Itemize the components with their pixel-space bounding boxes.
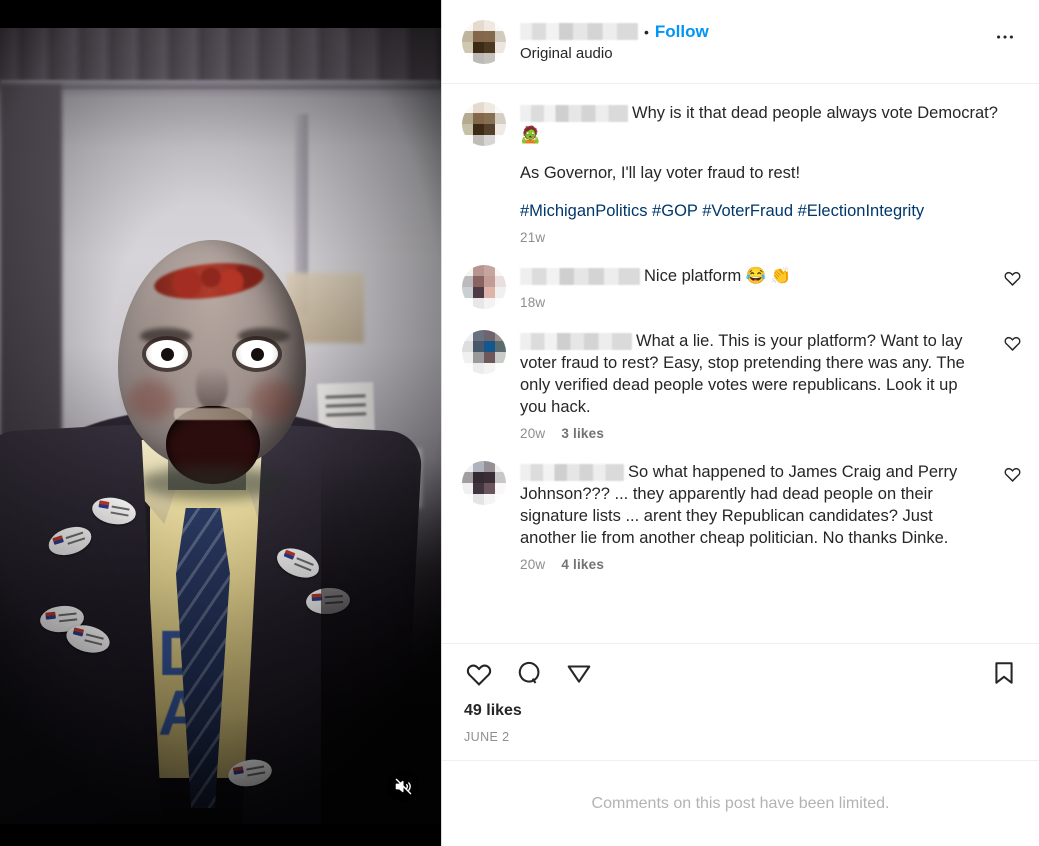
avatar-pixelated [462,19,506,64]
post-header: • Follow Original audio [442,0,1039,84]
post-action-bar: 49 likes JUNE 2 [442,643,1039,760]
heart-icon [1004,271,1020,286]
instagram-post-view: DA [0,0,1039,846]
comment-body: What a lie. This is your platform? Want … [520,330,993,441]
action-icon-row [462,656,1021,690]
comment-meta: 20w 3 likes [520,426,987,441]
comment-meta: 20w 4 likes [520,557,987,572]
avatar[interactable] [462,102,506,146]
comment-item: Nice platform 😂 👏 18w [442,251,1039,316]
share-icon [567,665,591,683]
comment-body: So what happened to James Craig and Perr… [520,461,993,572]
avatar-pixelated [462,330,506,374]
comment-item: What a lie. This is your platform? Want … [442,316,1039,447]
post-caption: Why is it that dead people always vote D… [442,84,1039,251]
comment-timestamp: 18w [520,295,546,310]
post-author-row: • Follow [520,22,709,42]
comment-item: So what happened to James Craig and Perr… [442,447,1039,578]
video-player[interactable]: DA [0,28,441,824]
avatar-pixelated [462,102,506,146]
caption-body: Why is it that dead people always vote D… [520,102,1023,245]
caption-hashtags[interactable]: #MichiganPolitics #GOP #VoterFraud #Elec… [520,200,1017,222]
comment-body: Nice platform 😂 👏 18w [520,265,993,310]
post-author-username-redacted[interactable] [520,23,638,40]
caption-line-1: Why is it that dead people always vote D… [520,102,1017,146]
like-button[interactable] [462,656,496,690]
letterbox-top [0,0,441,28]
caption-meta: 21w [520,230,1017,245]
heart-icon [466,664,492,686]
comment-like-button[interactable] [1001,269,1023,310]
comment-text: What a lie. This is your platform? Want … [520,330,987,418]
heart-icon [1004,467,1020,482]
caption-timestamp: 21w [520,230,546,245]
scene-vignette [0,28,441,824]
comment-timestamp: 20w [520,426,546,441]
letterbox-bottom [0,824,441,846]
post-media-pane[interactable]: DA [0,0,441,846]
avatar[interactable] [462,461,506,505]
caption-line-2: As Governor, I'll lay voter fraud to res… [520,164,801,182]
comment-button[interactable] [512,656,546,690]
likes-count[interactable]: 49 likes [464,702,1021,720]
share-button[interactable] [562,656,596,690]
post-details-pane: • Follow Original audio Why is it that d… [441,0,1039,846]
comment-icon [518,661,540,684]
comments-list[interactable]: Why is it that dead people always vote D… [442,84,1039,643]
post-header-text: • Follow Original audio [520,22,709,62]
separator-dot: • [644,23,649,40]
avatar[interactable] [462,19,506,64]
bookmark-icon [995,662,1013,684]
avatar-pixelated [462,265,506,309]
mute-icon[interactable] [387,770,419,802]
comments-limited-bar: Comments on this post have been limited. [442,760,1039,846]
avatar[interactable] [462,330,506,374]
avatar-pixelated [462,461,506,505]
comment-likes[interactable]: 4 likes [561,557,604,572]
post-date: JUNE 2 [464,730,510,744]
comment-meta: 18w [520,295,987,310]
comment-likes[interactable]: 3 likes [561,426,604,441]
follow-button[interactable]: Follow [655,22,709,42]
ellipsis-icon [997,34,1013,39]
comment-username-redacted[interactable] [520,464,624,482]
comments-limited-text: Comments on this post have been limited. [591,794,890,812]
more-options-button[interactable] [987,24,1023,60]
comment-message: Nice platform 😂 👏 [644,267,792,285]
avatar[interactable] [462,265,506,309]
comment-text: Nice platform 😂 👏 [520,265,987,287]
original-audio-label[interactable]: Original audio [520,45,709,62]
comment-like-button[interactable] [1001,334,1023,441]
comment-username-redacted[interactable] [520,333,632,351]
caption-username-redacted[interactable] [520,105,628,123]
comment-text: So what happened to James Craig and Perr… [520,461,987,549]
comment-like-button[interactable] [1001,465,1023,572]
save-button[interactable] [987,656,1021,690]
comment-timestamp: 20w [520,557,546,572]
comment-username-redacted[interactable] [520,268,640,286]
heart-icon [1004,336,1020,351]
